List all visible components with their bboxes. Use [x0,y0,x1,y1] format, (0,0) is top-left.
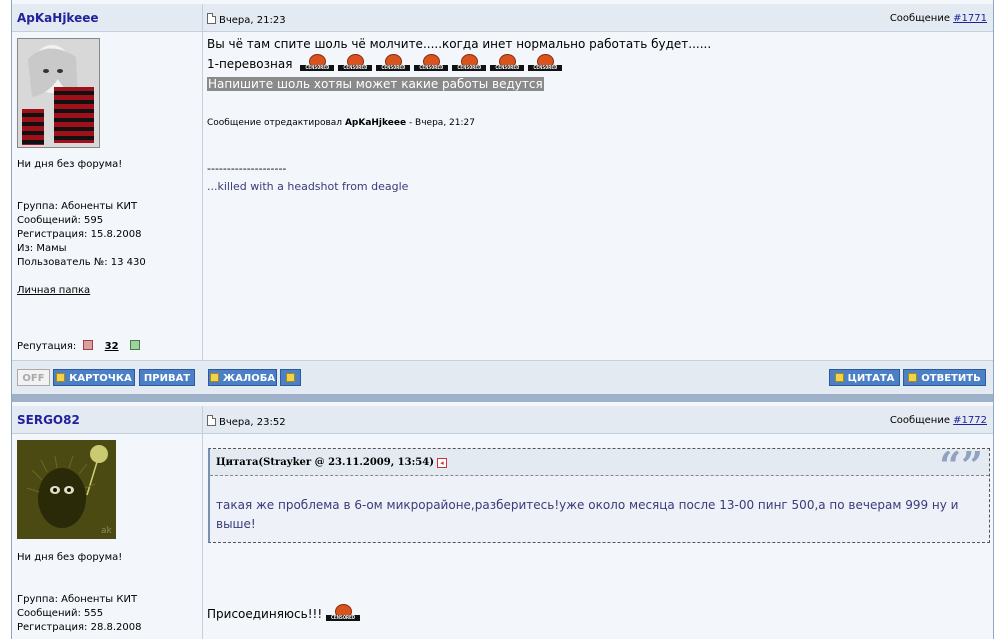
post-date: Вчера, 23:52 [207,415,286,428]
avatar: ak [17,440,116,539]
signature-divider: -------------------- [207,162,287,175]
avatar-image [18,39,99,147]
complaint-button[interactable]: ЖАЛОБА [208,369,277,386]
user-messages: Сообщений: 595 [17,215,104,226]
personal-folder-link[interactable]: Личная папка [17,285,90,296]
post-line-2: 1-перевозная CENSORED CENSORED CENSORED CEN… [207,54,566,73]
smiley-label: CENSORED [300,65,335,71]
post-separator [12,394,993,402]
user-from: Из: Мамы [17,243,67,254]
personal-folder-link-wrap: Личная папка [17,284,90,298]
reputation: Репутация: 32 [17,340,140,354]
author-info: Ни дня без форума! Группа: Абоненты КИТ … [12,32,202,360]
reply-button-label: ОТВЕТИТЬ [921,373,981,384]
plus-icon [834,373,844,382]
post-number: Сообщение #1772 [890,415,987,426]
quote-button[interactable]: ЦИТАТА [829,369,900,386]
reply-button[interactable]: ОТВЕТИТЬ [903,369,986,386]
post-author-link[interactable]: ApKaHjkeee [17,11,99,25]
post-body: Цитата(Strayker @ 23.11.2009, 13:54) ◂ “”… [203,434,993,639]
profile-card-button[interactable]: КАРТОЧКА [53,369,135,386]
quote-title-text: Цитата(Strayker @ 23.11.2009, 13:54) [216,457,434,468]
arrow-up-icon [286,373,295,382]
author-info: ak Ни дня без форума! Группа: Абоненты К… [12,434,202,639]
highlighted-text: Напишите шоль хотяы может какие работы в… [207,77,544,91]
post-message: Присоединяюсь!!! CENSORED [207,604,364,623]
post-date: Вчера, 21:23 [207,13,286,26]
censored-smiley-icon: CENSORED [414,54,449,72]
reputation-label: Репутация: [17,341,77,352]
edit-note-author: ApKaHjkeee [344,118,407,128]
user-number: Пользователь №: 13 430 [17,257,146,268]
reputation-value[interactable]: 32 [105,341,119,352]
reputation-minus-icon[interactable] [83,340,94,350]
post-line-2-text: 1-перевозная [207,57,293,71]
svg-text:ak: ak [101,526,113,536]
quote-button-label: ЦИТАТА [847,373,895,384]
user-registered: Регистрация: 15.8.2008 [17,229,142,240]
warning-icon [209,373,219,382]
censored-smiley-icon: CENSORED [376,54,411,72]
post-number-link[interactable]: #1772 [953,415,987,426]
reputation-plus-icon[interactable] [129,340,140,350]
smiley-label: CENSORED [414,65,449,71]
post-number: Сообщение #1771 [890,13,987,24]
user-messages: Сообщений: 555 [17,608,104,619]
censored-smiley-icon: CENSORED [325,604,360,622]
quote-title: Цитата(Strayker @ 23.11.2009, 13:54) ◂ [216,457,447,468]
post-number-link[interactable]: #1771 [953,13,987,24]
user-registered: Регистрация: 28.8.2008 [17,622,142,633]
post-1772: SERGO82 Вчера, 23:52 Сообщение #1772 ak … [12,406,993,639]
document-icon [207,415,216,426]
censored-smiley-icon: CENSORED [338,54,373,72]
edit-note: Сообщение отредактировал ApKaHjkeee - Вч… [207,115,475,132]
post-date-text: Вчера, 23:52 [219,417,286,428]
post-header: ApKaHjkeee Вчера, 21:23 Сообщение #1771 [12,4,993,32]
post-number-label: Сообщение [889,13,950,24]
smiley-label: CENSORED [528,65,563,71]
edit-note-time: - Вчера, 21:27 [408,118,475,128]
quote-marks-icon: “” [939,443,983,488]
user-icon [56,373,66,382]
post-author-link[interactable]: SERGO82 [17,413,80,427]
avatar [17,38,100,148]
censored-smiley-icon: CENSORED [300,54,335,72]
edit-note-prefix: Сообщение отредактировал [207,118,343,128]
user-status: Ни дня без форума! [17,159,123,170]
censored-smiley-icon: CENSORED [490,54,525,72]
post-date-text: Вчера, 21:23 [219,15,286,26]
quote-header: Цитата(Strayker @ 23.11.2009, 13:54) ◂ “” [210,443,989,488]
smiley-label: CENSORED [490,65,525,71]
censored-smiley-icon: CENSORED [528,54,563,72]
post-header: SERGO82 Вчера, 23:52 Сообщение #1772 [12,406,993,434]
document-icon [207,13,216,24]
post-line-3: Напишите шоль хотяы может какие работы в… [207,76,544,93]
post-line-1: Вы чё там спите шоль чё молчите.....когд… [207,37,712,51]
user-group: Группа: Абоненты КИТ [17,594,138,605]
quote-text: такая же проблема в 6-ом микрорайоне,раз… [216,498,959,531]
avatar-image: ak [17,440,116,539]
smiley-label: CENSORED [325,615,360,621]
user-group: Группа: Абоненты КИТ [17,201,138,212]
quote-block: Цитата(Strayker @ 23.11.2009, 13:54) ◂ “”… [208,443,990,543]
smiley-label: CENSORED [338,65,373,71]
complaint-label: ЖАЛОБА [222,373,276,384]
user-status: Ни дня без форума! [17,552,123,563]
post-number-label: Сообщение [889,415,950,426]
post-body: Вы чё там спите шоль чё молчите.....когд… [203,32,993,360]
quote-source-icon[interactable]: ◂ [436,458,447,468]
post-1771: ApKaHjkeee Вчера, 21:23 Сообщение #1771 [12,4,993,394]
signature: ...killed with a headshot from deagle [207,180,409,193]
censored-smiley-icon: CENSORED [452,54,487,72]
smiley-label: CENSORED [452,65,487,71]
scroll-up-button[interactable] [280,369,301,386]
private-message-button[interactable]: ПРИВАТ [139,369,195,386]
post-message-text: Присоединяюсь!!! [207,607,323,621]
smiley-label: CENSORED [376,65,411,71]
online-status-button[interactable]: OFF [17,369,50,386]
forum-thread: ApKaHjkeee Вчера, 21:23 Сообщение #1771 [11,0,994,639]
reply-quote-icon [908,373,918,382]
profile-card-label: КАРТОЧКА [69,373,132,384]
post-actions: OFF КАРТОЧКА ПРИВАТ ЖАЛОБА ЦИТАТА ОТВЕТИ… [12,360,993,394]
